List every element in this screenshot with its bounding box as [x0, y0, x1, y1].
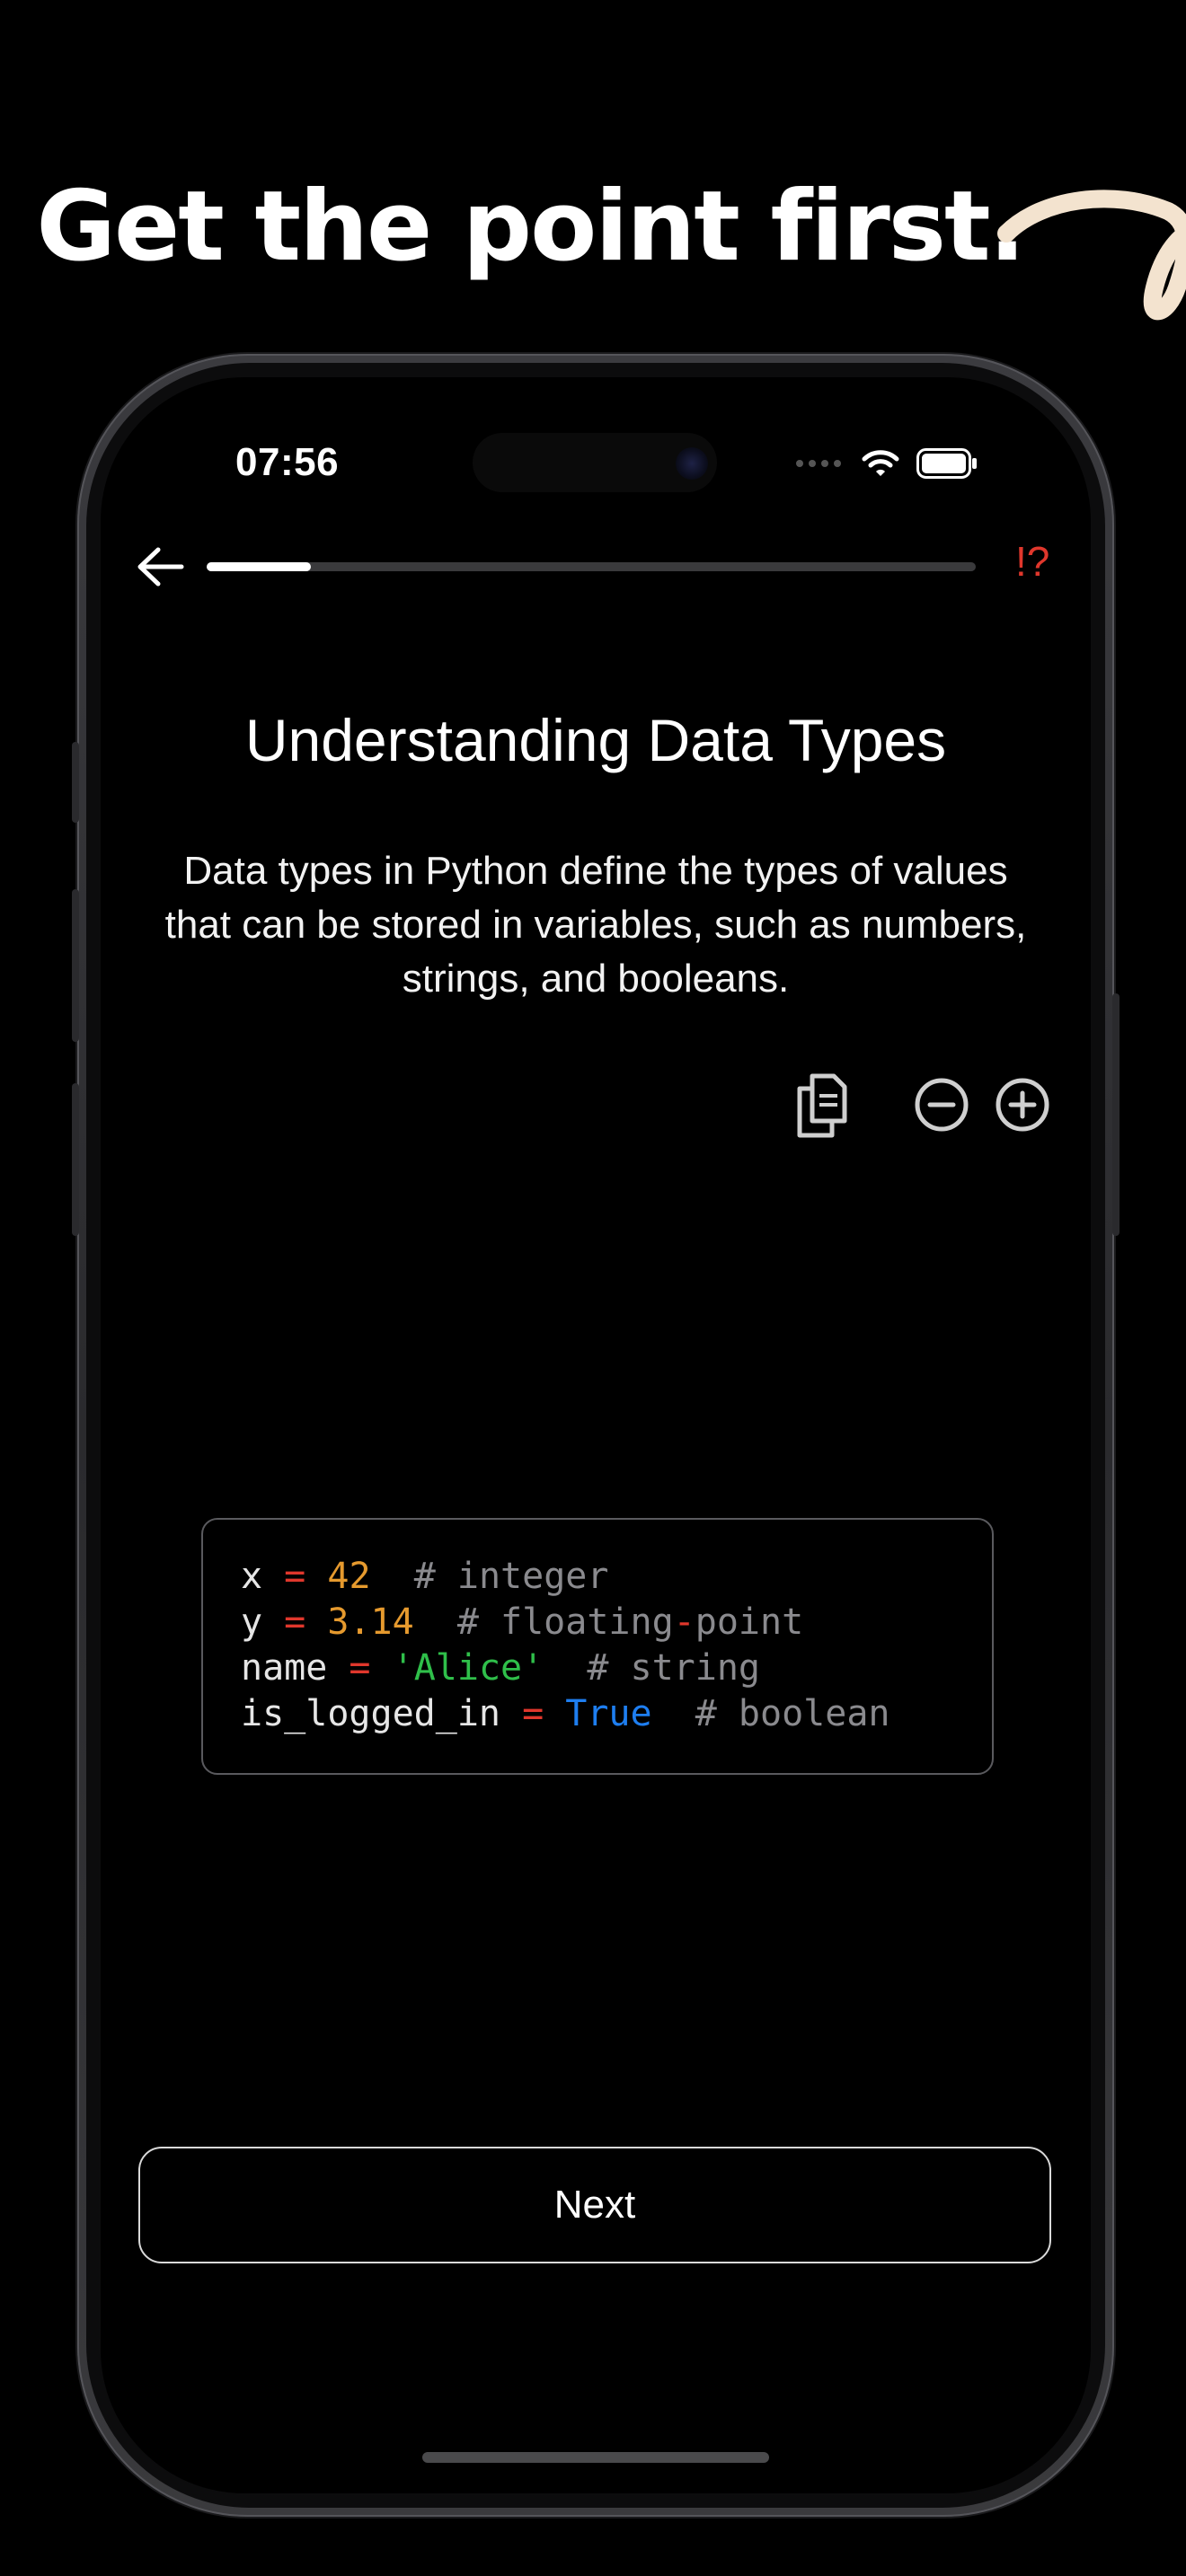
- code-token: y: [241, 1601, 285, 1643]
- code-token: point: [695, 1601, 804, 1643]
- lesson-description: Data types in Python define the types of…: [164, 849, 1027, 1001]
- progress-bar: [207, 562, 976, 571]
- code-token: 'Alice': [392, 1647, 544, 1689]
- code-token: True: [565, 1693, 652, 1734]
- code-token: # integer: [370, 1556, 609, 1597]
- code-token: # string: [544, 1647, 761, 1689]
- lesson-title: Understanding Data Types: [244, 707, 947, 773]
- progress-fill: [207, 562, 312, 571]
- home-indicator: [422, 2452, 769, 2463]
- code-line: x = 42 # integer: [241, 1554, 992, 1600]
- code-block: x = 42 # integer y = 3.14 # floating-poin…: [201, 1518, 994, 1775]
- code-line: is_logged_in = True # boolean: [241, 1691, 992, 1737]
- status-icons: [794, 447, 978, 480]
- next-button[interactable]: Next: [138, 2147, 1051, 2263]
- code-token: # boolean: [651, 1693, 890, 1734]
- volume-up-button: [72, 889, 79, 1042]
- wifi-icon: [862, 450, 899, 476]
- code-line: y = 3.14 # floating-point: [241, 1600, 992, 1645]
- code-token: =: [522, 1693, 544, 1734]
- code-token: =: [349, 1647, 371, 1689]
- action-button: [72, 742, 79, 823]
- code-token: =: [284, 1556, 306, 1597]
- code-token: x: [241, 1556, 285, 1597]
- copy-icon[interactable]: [789, 1069, 854, 1141]
- code-toolbar: [101, 1069, 1091, 1141]
- power-button: [1112, 993, 1120, 1236]
- code-token: # floating: [413, 1601, 674, 1643]
- zoom-out-icon[interactable]: [909, 1069, 974, 1141]
- headline: Get the point first.: [36, 171, 1025, 283]
- cellular-icon: [796, 460, 841, 467]
- zoom-in-icon[interactable]: [990, 1069, 1055, 1141]
- code-token: is_logged_in: [241, 1693, 523, 1734]
- lesson-nav: !?: [101, 530, 1091, 602]
- swoosh-decoration: [997, 190, 1186, 321]
- camera-icon: [676, 447, 708, 480]
- battery-icon: [916, 448, 977, 479]
- back-arrow-icon[interactable]: [135, 544, 189, 589]
- code-token: =: [284, 1601, 306, 1643]
- code-token: 3.14: [327, 1601, 414, 1643]
- volume-down-button: [72, 1083, 79, 1236]
- screen: 07:56 !? Understanding Data Types Data t…: [101, 377, 1091, 2493]
- code-token: 42: [327, 1556, 371, 1597]
- code-token: -: [673, 1601, 695, 1643]
- code-line: name = 'Alice' # string: [241, 1645, 992, 1691]
- status-time: 07:56: [235, 440, 340, 484]
- code-token: name: [241, 1647, 350, 1689]
- report-button[interactable]: !?: [1015, 537, 1049, 586]
